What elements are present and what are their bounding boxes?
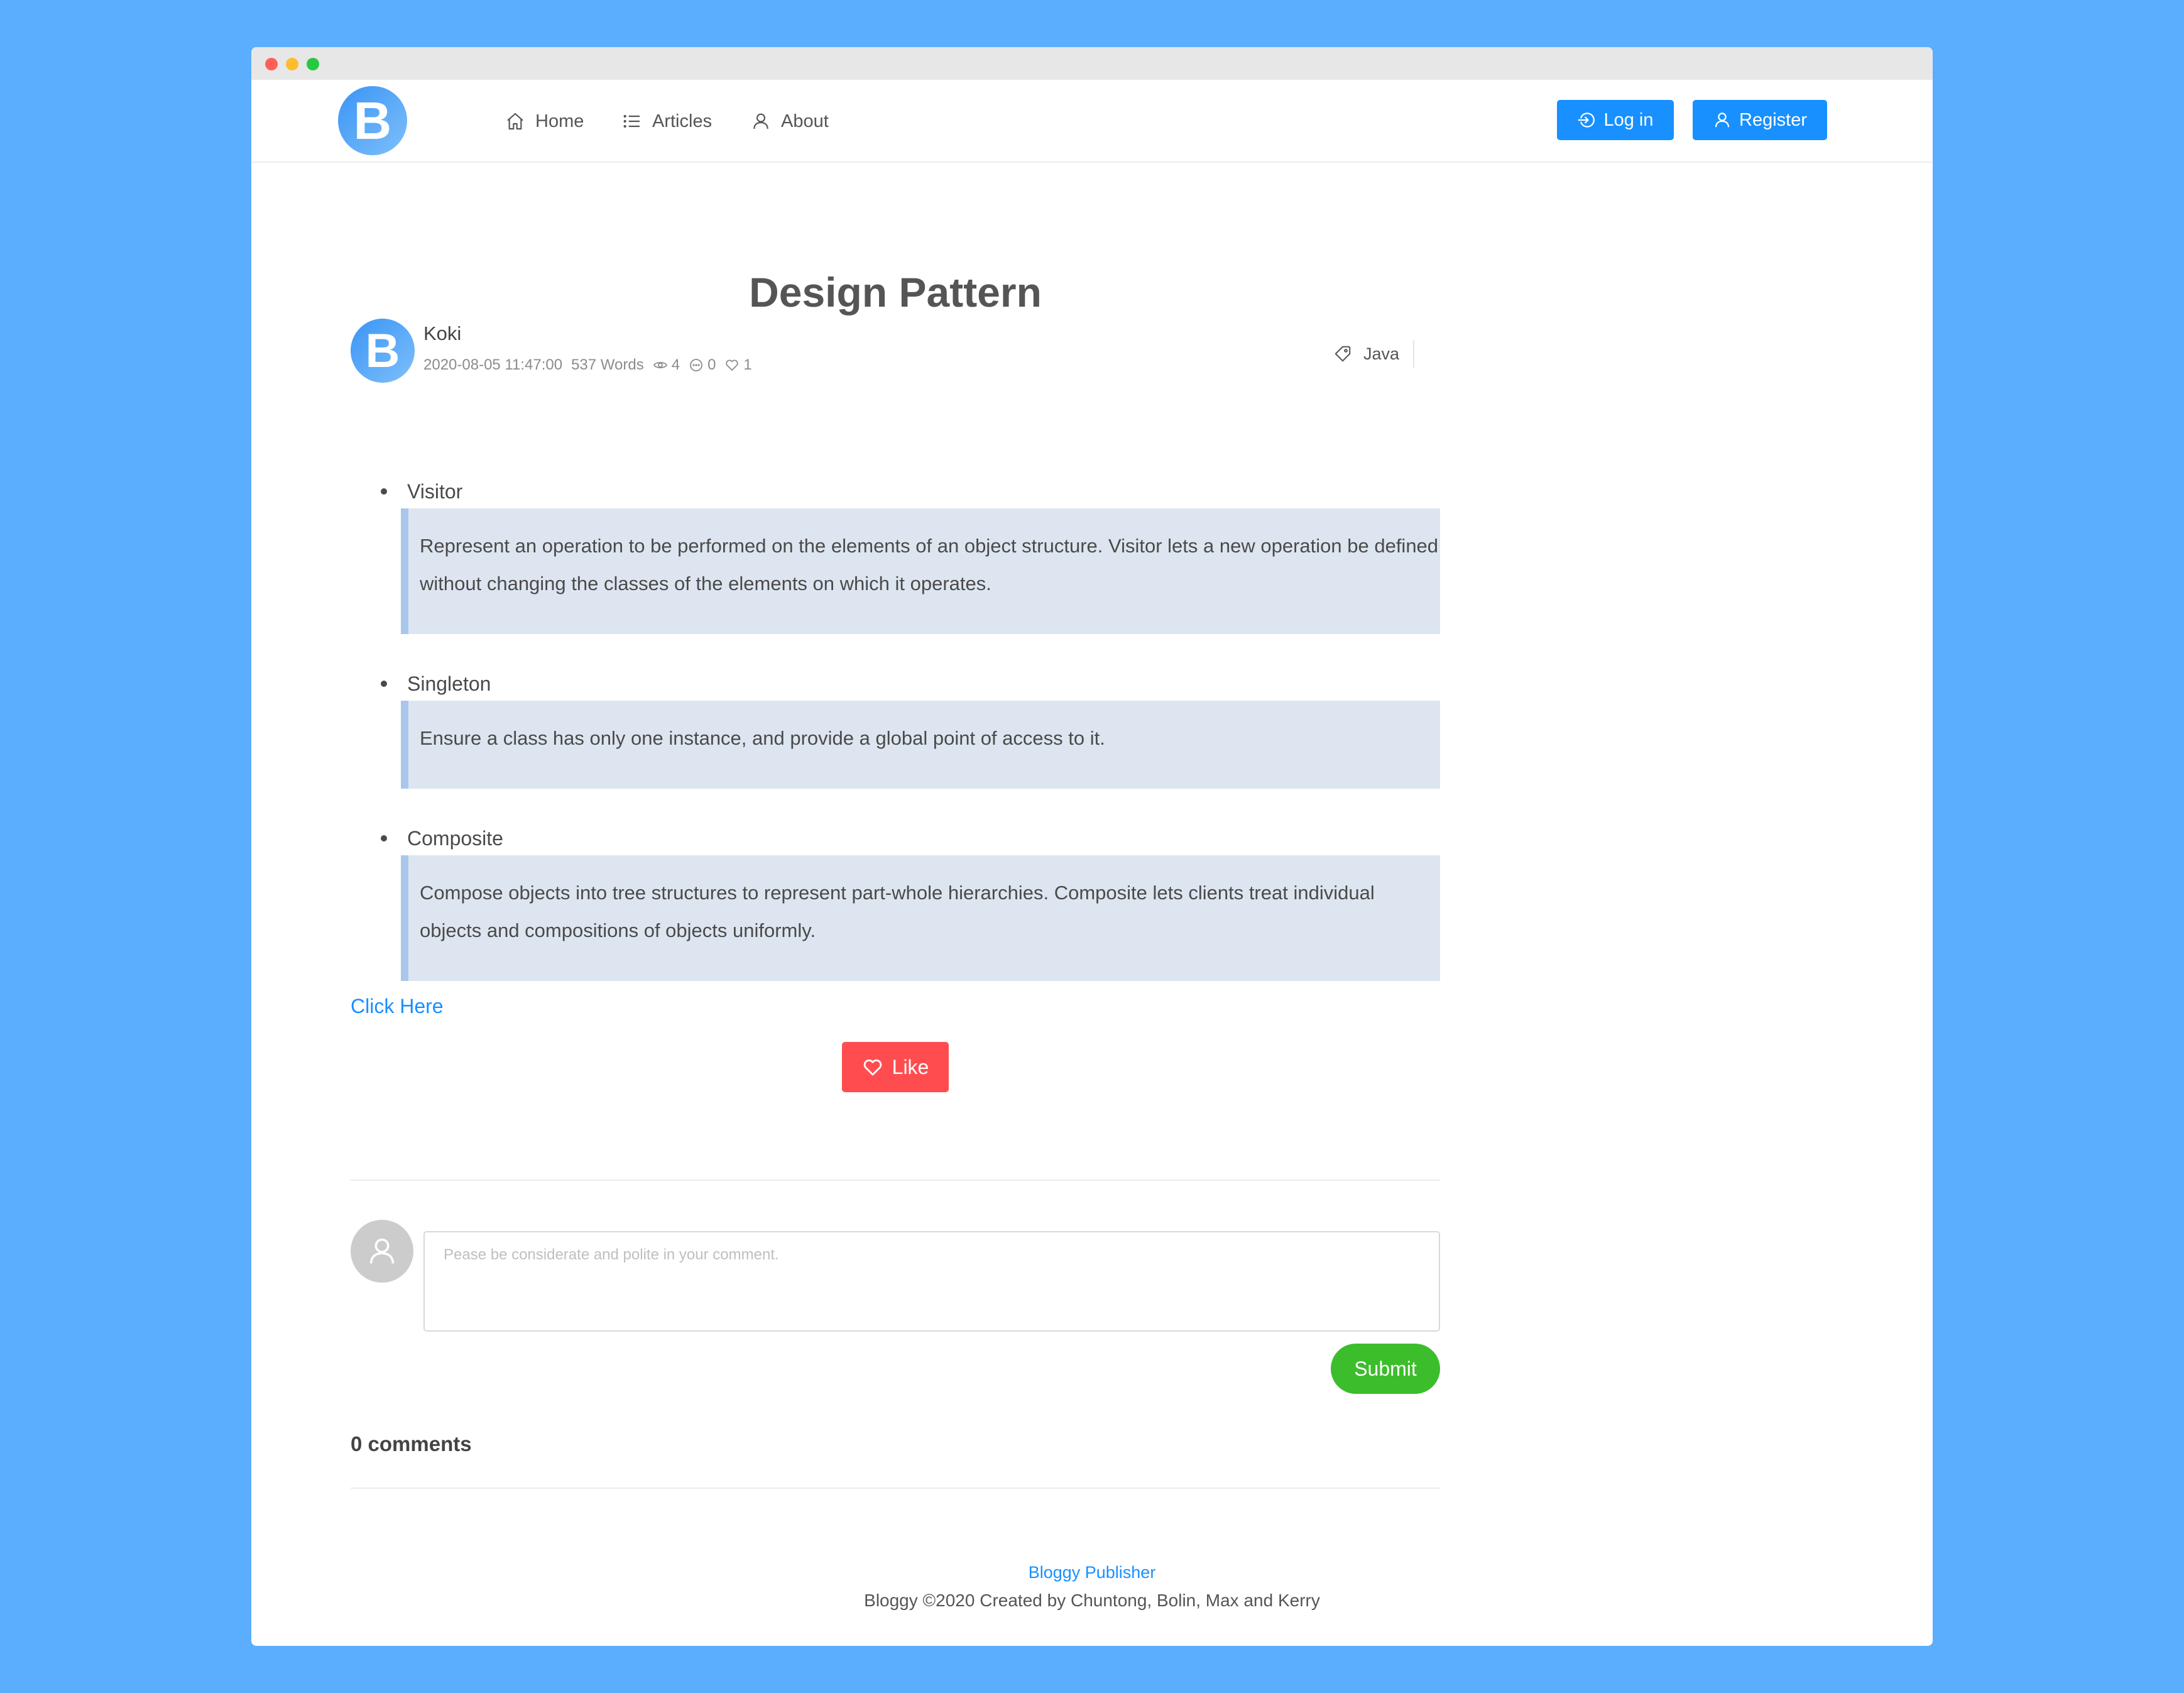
- author-avatar-letter: B: [365, 324, 400, 378]
- login-label: Log in: [1603, 109, 1654, 130]
- article-meta: 2020-08-05 11:47:00 537 Words 4 0 1: [423, 356, 752, 374]
- bullet: [381, 488, 387, 495]
- footer-link[interactable]: Bloggy Publisher: [251, 1563, 1933, 1582]
- window-titlebar: [251, 47, 1933, 80]
- article-title: Design Pattern: [749, 269, 1042, 315]
- likes-count: 1: [743, 356, 752, 373]
- top-navbar: B Home Articles About: [251, 80, 1933, 163]
- login-button[interactable]: Log in: [1557, 100, 1674, 140]
- tag-icon: [1335, 346, 1351, 362]
- comments-stat-count: 0: [707, 356, 716, 373]
- author-name[interactable]: Koki: [423, 322, 461, 345]
- register-label: Register: [1739, 109, 1807, 130]
- views-stat: 4: [653, 356, 680, 374]
- site-logo[interactable]: B: [338, 86, 407, 155]
- nav-articles-label: Articles: [652, 111, 713, 131]
- list-icon: [623, 114, 640, 128]
- divider: [351, 1488, 1440, 1489]
- heart-icon: [726, 359, 739, 371]
- close-window-button[interactable]: [265, 58, 278, 70]
- like-button[interactable]: Like: [842, 1042, 949, 1092]
- home-icon: [507, 112, 523, 130]
- author-avatar[interactable]: B: [351, 319, 415, 383]
- comments-count: 0 comments: [351, 1432, 472, 1455]
- bullet: [381, 835, 387, 841]
- bullet: [381, 681, 387, 687]
- browser-window: B Home Articles About Log in Register De…: [251, 47, 1933, 1646]
- nav-about-label: About: [781, 111, 829, 131]
- nav-home[interactable]: Home: [505, 104, 584, 139]
- heart-icon: [863, 1059, 882, 1076]
- submit-button[interactable]: Submit: [1331, 1344, 1440, 1394]
- nav-home-label: Home: [535, 111, 584, 131]
- list-item: Composite Compose objects into tree stru…: [351, 821, 1440, 981]
- user-icon: [369, 1238, 395, 1264]
- user-icon: [1715, 112, 1730, 128]
- maximize-window-button[interactable]: [307, 58, 319, 70]
- nav-articles[interactable]: Articles: [622, 104, 712, 139]
- list-item: Singleton Ensure a class has only one in…: [351, 667, 1440, 789]
- pattern-name: Singleton: [407, 672, 491, 695]
- publish-date: 2020-08-05 11:47:00: [423, 356, 563, 373]
- user-icon: [753, 113, 768, 129]
- likes-stat: 1: [724, 356, 752, 374]
- nav-about[interactable]: About: [751, 104, 829, 139]
- views-count: 4: [671, 356, 680, 373]
- comment-icon: [690, 359, 702, 371]
- click-here-link[interactable]: Click Here: [351, 995, 444, 1018]
- register-button[interactable]: Register: [1693, 100, 1827, 140]
- blockquote: Represent an operation to be performed o…: [401, 508, 1440, 634]
- word-count: 537 Words: [571, 356, 644, 373]
- footer-copyright: Bloggy ©2020 Created by Chuntong, Bolin,…: [864, 1591, 1320, 1610]
- footer-link-text[interactable]: Bloggy Publisher: [1029, 1563, 1156, 1582]
- blockquote: Compose objects into tree structures to …: [401, 855, 1440, 981]
- pattern-name: Visitor: [407, 479, 463, 503]
- logo-letter: B: [353, 90, 392, 150]
- pattern-name: Composite: [407, 826, 503, 850]
- tag-label: Java: [1363, 344, 1400, 363]
- eye-icon: [653, 361, 667, 369]
- like-label: Like: [892, 1055, 929, 1078]
- comments-stat: 0: [689, 356, 716, 374]
- login-icon: [1578, 112, 1595, 128]
- comment-input[interactable]: [423, 1231, 1440, 1332]
- list-item: Visitor Represent an operation to be per…: [351, 474, 1440, 634]
- minimize-window-button[interactable]: [286, 58, 298, 70]
- article-content: Visitor Represent an operation to be per…: [351, 474, 1440, 981]
- tag-java[interactable]: Java: [1333, 340, 1415, 368]
- divider: [351, 1180, 1440, 1181]
- blockquote: Ensure a class has only one instance, an…: [401, 701, 1440, 789]
- avatar: [351, 1220, 413, 1283]
